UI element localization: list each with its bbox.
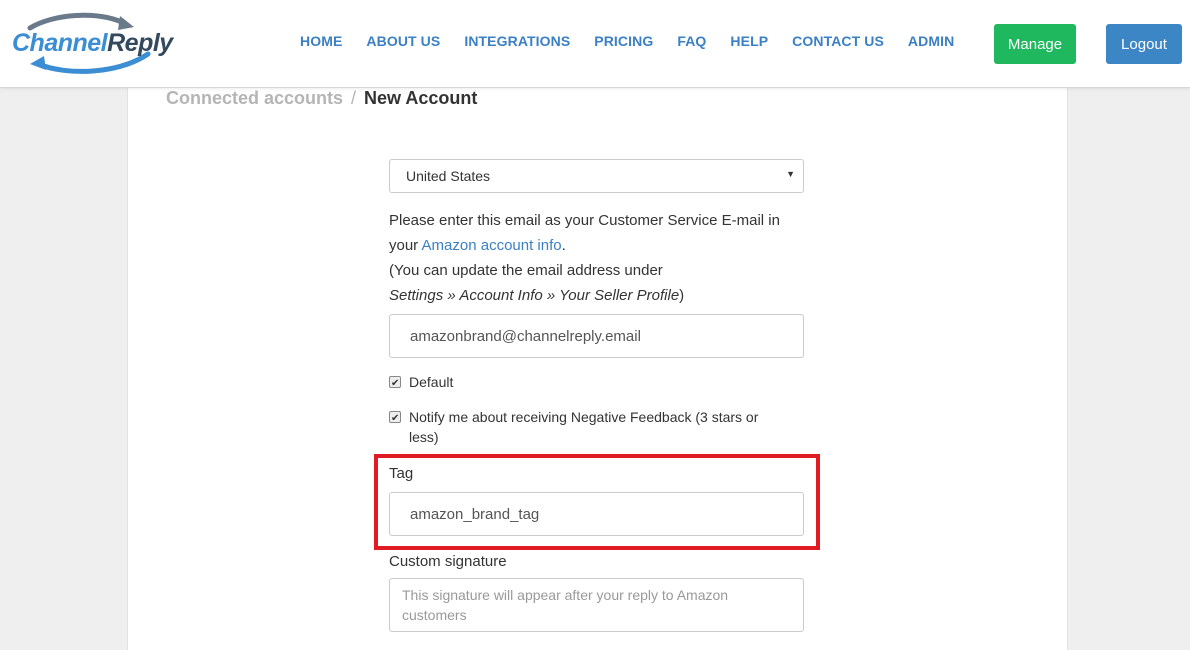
- notify-label: Notify me about receiving Negative Feedb…: [409, 409, 759, 445]
- default-label: Default: [409, 374, 454, 390]
- breadcrumb: Connected accounts / New Account: [166, 88, 477, 109]
- instructions-period: .: [561, 237, 566, 254]
- tag-label: Tag: [389, 465, 414, 482]
- instructions-close-paren: ): [679, 287, 685, 304]
- settings-path: Settings » Account Info » Your Seller Pr…: [389, 287, 680, 304]
- instructions-line-3: (You can update the email address under: [389, 262, 663, 279]
- nav-contact-us[interactable]: CONTACT US: [792, 33, 884, 49]
- instructions-line-4: Settings » Account Info » Your Seller Pr…: [389, 283, 804, 308]
- manage-button[interactable]: Manage: [994, 24, 1076, 64]
- signature-placeholder: This signature will appear after your re…: [402, 587, 729, 623]
- country-select-value: United States: [406, 168, 491, 184]
- instructions-prefix: your: [389, 237, 422, 254]
- chevron-down-icon: ▼: [786, 169, 795, 179]
- email-value: amazonbrand@channelreply.email: [410, 327, 641, 345]
- notify-checkbox[interactable]: [389, 409, 401, 429]
- logout-button[interactable]: Logout: [1106, 24, 1182, 64]
- notify-checkbox-row[interactable]: Notify me about receiving Negative Feedb…: [389, 407, 789, 447]
- tag-input[interactable]: amazon_brand_tag: [389, 492, 804, 536]
- country-select[interactable]: United States ▼: [389, 159, 804, 193]
- nav-help[interactable]: HELP: [730, 33, 768, 49]
- channelreply-logo[interactable]: ChannelReply: [8, 12, 173, 76]
- custom-signature-label: Custom signature: [389, 553, 507, 570]
- instructions-line-2: your Amazon account info.: [389, 233, 804, 258]
- breadcrumb-separator: /: [351, 88, 357, 108]
- nav-integrations[interactable]: INTEGRATIONS: [464, 33, 570, 49]
- logo-text: ChannelReply: [12, 29, 173, 57]
- new-account-form: United States ▼ Please enter this email …: [389, 159, 804, 632]
- tag-value: amazon_brand_tag: [410, 505, 540, 523]
- top-navbar: ChannelReply HOME ABOUT US INTEGRATIONS …: [0, 0, 1190, 88]
- nav-admin[interactable]: ADMIN: [908, 33, 954, 49]
- nav-about-us[interactable]: ABOUT US: [366, 33, 440, 49]
- breadcrumb-current: New Account: [364, 88, 478, 108]
- custom-signature-textarea[interactable]: This signature will appear after your re…: [389, 578, 804, 632]
- default-checkbox-row[interactable]: Default: [389, 372, 804, 394]
- instructions-line-1: Please enter this email as your Customer…: [389, 212, 780, 229]
- default-checkbox[interactable]: [389, 374, 401, 394]
- email-field[interactable]: amazonbrand@channelreply.email: [389, 314, 804, 358]
- nav-home[interactable]: HOME: [300, 33, 342, 49]
- nav-faq[interactable]: FAQ: [677, 33, 706, 49]
- breadcrumb-connected-accounts[interactable]: Connected accounts: [166, 88, 343, 108]
- email-instructions: Please enter this email as your Customer…: [389, 208, 804, 308]
- main-nav: HOME ABOUT US INTEGRATIONS PRICING FAQ H…: [300, 33, 978, 49]
- nav-pricing[interactable]: PRICING: [594, 33, 653, 49]
- amazon-account-info-link[interactable]: Amazon account info: [422, 237, 562, 254]
